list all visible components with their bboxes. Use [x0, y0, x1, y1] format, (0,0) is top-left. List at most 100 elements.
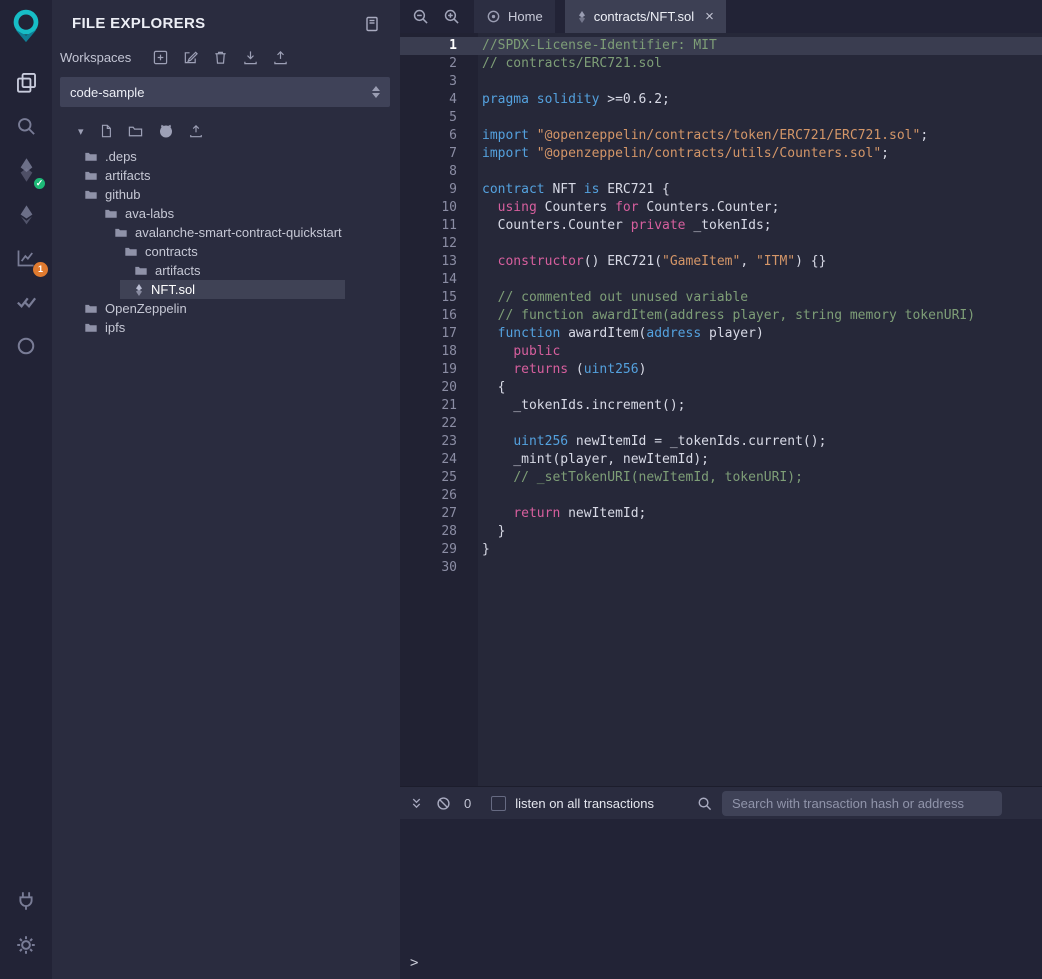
- tab-nft-sol[interactable]: contracts/NFT.sol ×: [565, 0, 726, 33]
- search-icon[interactable]: [697, 796, 712, 811]
- tree-item-label: contracts: [145, 242, 198, 261]
- workspace-select[interactable]: code-sample: [60, 77, 390, 107]
- code-line[interactable]: 30: [400, 559, 1042, 577]
- tree-item[interactable]: artifacts: [52, 166, 400, 185]
- file-explorer-icon[interactable]: [0, 60, 52, 104]
- line-number: 9: [400, 181, 478, 199]
- code-line[interactable]: 20 {: [400, 379, 1042, 397]
- zoom-out-icon[interactable]: [412, 8, 429, 25]
- tree-item[interactable]: .deps: [52, 147, 400, 166]
- code-line[interactable]: 5: [400, 109, 1042, 127]
- code-line[interactable]: 12: [400, 235, 1042, 253]
- code-line[interactable]: 6import "@openzeppelin/contracts/token/E…: [400, 127, 1042, 145]
- line-number: 24: [400, 451, 478, 469]
- file-tree: .deps artifacts github ava-labs avalanch…: [52, 147, 400, 337]
- new-file-icon[interactable]: [99, 124, 113, 138]
- tree-item[interactable]: OpenZeppelin: [52, 299, 400, 318]
- tab-bar: Home contracts/NFT.sol ×: [400, 0, 1042, 33]
- tree-item[interactable]: avalanche-smart-contract-quickstart: [52, 223, 400, 242]
- code-line[interactable]: 3: [400, 73, 1042, 91]
- code-line[interactable]: 7import "@openzeppelin/contracts/utils/C…: [400, 145, 1042, 163]
- tree-item[interactable]: ipfs: [52, 318, 400, 337]
- code-line[interactable]: 10 using Counters for Counters.Counter;: [400, 199, 1042, 217]
- panel-title: FILE EXPLORERS: [72, 15, 205, 32]
- code-line[interactable]: 14: [400, 271, 1042, 289]
- code-line[interactable]: 26: [400, 487, 1042, 505]
- code-line[interactable]: 13 constructor() ERC721("GameItem", "ITM…: [400, 253, 1042, 271]
- code-line[interactable]: 27 return newItemId;: [400, 505, 1042, 523]
- tab-label: contracts/NFT.sol: [594, 9, 694, 24]
- settings-icon[interactable]: [0, 923, 52, 967]
- analysis-icon[interactable]: 1: [0, 236, 52, 280]
- folder-icon: [84, 188, 98, 201]
- code-line[interactable]: 17 function awardItem(address player): [400, 325, 1042, 343]
- code-line[interactable]: 21 _tokenIds.increment();: [400, 397, 1042, 415]
- tree-toolbar: ▾: [52, 107, 400, 147]
- line-number: 11: [400, 217, 478, 235]
- solidity-compiler-icon[interactable]: ✓: [0, 148, 52, 192]
- rename-workspace-icon[interactable]: [183, 50, 198, 65]
- tree-item[interactable]: artifacts: [52, 261, 400, 280]
- code-editor[interactable]: 1//SPDX-License-Identifier: MIT2// contr…: [400, 33, 1042, 786]
- code-line[interactable]: 18 public: [400, 343, 1042, 361]
- line-number: 30: [400, 559, 478, 577]
- code-line[interactable]: 8: [400, 163, 1042, 181]
- github-icon[interactable]: [158, 123, 174, 139]
- create-workspace-icon[interactable]: [153, 50, 168, 65]
- analysis-count-badge: 1: [33, 262, 48, 277]
- solidity-file-icon: [134, 283, 144, 297]
- remix-logo[interactable]: [7, 6, 45, 44]
- tree-item[interactable]: contracts: [52, 242, 400, 261]
- plugin-manager-icon[interactable]: [0, 879, 52, 923]
- code-line[interactable]: 23 uint256 newItemId = _tokenIds.current…: [400, 433, 1042, 451]
- terminal-console[interactable]: >: [400, 819, 1042, 979]
- line-number: 17: [400, 325, 478, 343]
- clear-console-icon[interactable]: [436, 796, 451, 811]
- code-line[interactable]: 28 }: [400, 523, 1042, 541]
- code-line[interactable]: 11 Counters.Counter private _tokenIds;: [400, 217, 1042, 235]
- tab-home[interactable]: Home: [474, 0, 555, 33]
- folder-icon: [84, 169, 98, 182]
- restore-workspaces-icon[interactable]: [273, 50, 288, 65]
- code-line[interactable]: 4pragma solidity >=0.6.2;: [400, 91, 1042, 109]
- close-icon[interactable]: ×: [705, 9, 714, 24]
- tree-item-label: ava-labs: [125, 204, 174, 223]
- zoom-in-icon[interactable]: [443, 8, 460, 25]
- tree-item[interactable]: github: [52, 185, 400, 204]
- plugin-icon[interactable]: [0, 324, 52, 368]
- collapse-tree-icon[interactable]: ▾: [78, 125, 84, 138]
- tree-item-label: avalanche-smart-contract-quickstart: [135, 223, 342, 242]
- line-number: 21: [400, 397, 478, 415]
- tree-item-selected[interactable]: NFT.sol: [52, 280, 400, 299]
- collapse-terminal-icon[interactable]: [410, 797, 423, 810]
- upload-file-icon[interactable]: [189, 124, 203, 138]
- listen-transactions-checkbox[interactable]: [491, 796, 506, 811]
- workspace-selected-value: code-sample: [70, 85, 144, 100]
- code-line[interactable]: 2// contracts/ERC721.sol: [400, 55, 1042, 73]
- transaction-search-input[interactable]: [722, 791, 1002, 816]
- code-line[interactable]: 9contract NFT is ERC721 {: [400, 181, 1042, 199]
- code-line[interactable]: 24 _mint(player, newItemId);: [400, 451, 1042, 469]
- search-icon[interactable]: [0, 104, 52, 148]
- code-line[interactable]: 19 returns (uint256): [400, 361, 1042, 379]
- download-workspaces-icon[interactable]: [243, 50, 258, 65]
- code-line[interactable]: 1//SPDX-License-Identifier: MIT: [400, 37, 1042, 55]
- code-line[interactable]: 25 // _setTokenURI(newItemId, tokenURI);: [400, 469, 1042, 487]
- code-line[interactable]: 29}: [400, 541, 1042, 559]
- unit-testing-icon[interactable]: [0, 280, 52, 324]
- line-number: 19: [400, 361, 478, 379]
- transaction-count: 0: [464, 796, 471, 811]
- delete-workspace-icon[interactable]: [213, 50, 228, 65]
- code-line[interactable]: 15 // commented out unused variable: [400, 289, 1042, 307]
- code-line[interactable]: 16 // function awardItem(address player,…: [400, 307, 1042, 325]
- terminal-toolbar: 0 listen on all transactions: [400, 786, 1042, 819]
- tree-item[interactable]: ava-labs: [52, 204, 400, 223]
- listen-transactions-label: listen on all transactions: [515, 796, 654, 811]
- line-number: 20: [400, 379, 478, 397]
- journal-icon[interactable]: [364, 16, 380, 32]
- code-line[interactable]: 22: [400, 415, 1042, 433]
- workspace-actions: [153, 50, 288, 65]
- tree-item-label: artifacts: [155, 261, 201, 280]
- deploy-run-icon[interactable]: [0, 192, 52, 236]
- new-folder-icon[interactable]: [128, 124, 143, 139]
